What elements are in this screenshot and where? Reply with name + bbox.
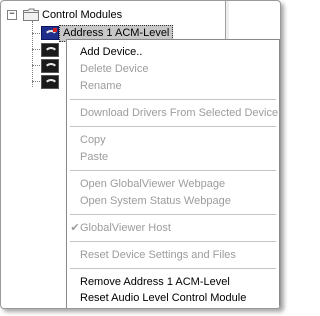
menu-item-delete-device[interactable]: Delete Device	[67, 61, 279, 77]
device-icon	[41, 26, 59, 40]
tree-root-label[interactable]: Control Modules	[42, 7, 122, 23]
tree-connector	[32, 49, 40, 50]
folder-icon	[23, 8, 39, 21]
menu-separator	[70, 241, 276, 242]
tree-connector	[32, 65, 40, 66]
menu-item-reset-audio[interactable]: Reset Audio Level Control Module	[67, 290, 279, 306]
checkmark-icon: ✔	[70, 222, 80, 234]
menu-item-remove-address[interactable]: Remove Address 1 ACM-Level	[67, 274, 279, 290]
menu-item-open-globalviewer[interactable]: Open GlobalViewer Webpage	[67, 176, 279, 192]
menu-separator	[70, 214, 276, 215]
collapse-button[interactable]: −	[7, 10, 17, 20]
menu-separator	[70, 99, 276, 100]
menu-item-globalviewer-host[interactable]: ✔ GlobalViewer Host	[67, 220, 279, 236]
tree-connector	[32, 33, 40, 34]
menu-item-paste[interactable]: Paste	[67, 149, 279, 165]
tree-connector	[32, 21, 33, 87]
menu-item-copy[interactable]: Copy	[67, 132, 279, 148]
device-icon[interactable]	[41, 75, 59, 89]
device-icon[interactable]	[41, 43, 59, 57]
menu-item-download-drivers[interactable]: Download Drivers From Selected Device	[67, 105, 279, 121]
menu-item-rename[interactable]: Rename	[67, 78, 279, 94]
context-menu: Add Device.. Delete Device Rename Downlo…	[66, 39, 280, 308]
device-icon[interactable]	[41, 59, 59, 73]
menu-separator	[70, 170, 276, 171]
menu-item-reset-device-settings[interactable]: Reset Device Settings and Files	[67, 247, 279, 263]
menu-item-open-system-status[interactable]: Open System Status Webpage	[67, 193, 279, 209]
menu-item-add-device[interactable]: Add Device..	[67, 44, 279, 60]
tree-connector	[32, 81, 40, 82]
menu-separator	[70, 126, 276, 127]
menu-item-globalviewer-host-label: GlobalViewer Host	[80, 222, 171, 234]
menu-separator	[70, 268, 276, 269]
tree-window: − Control Modules Address 1 ACM-Level Ad…	[0, 0, 281, 309]
